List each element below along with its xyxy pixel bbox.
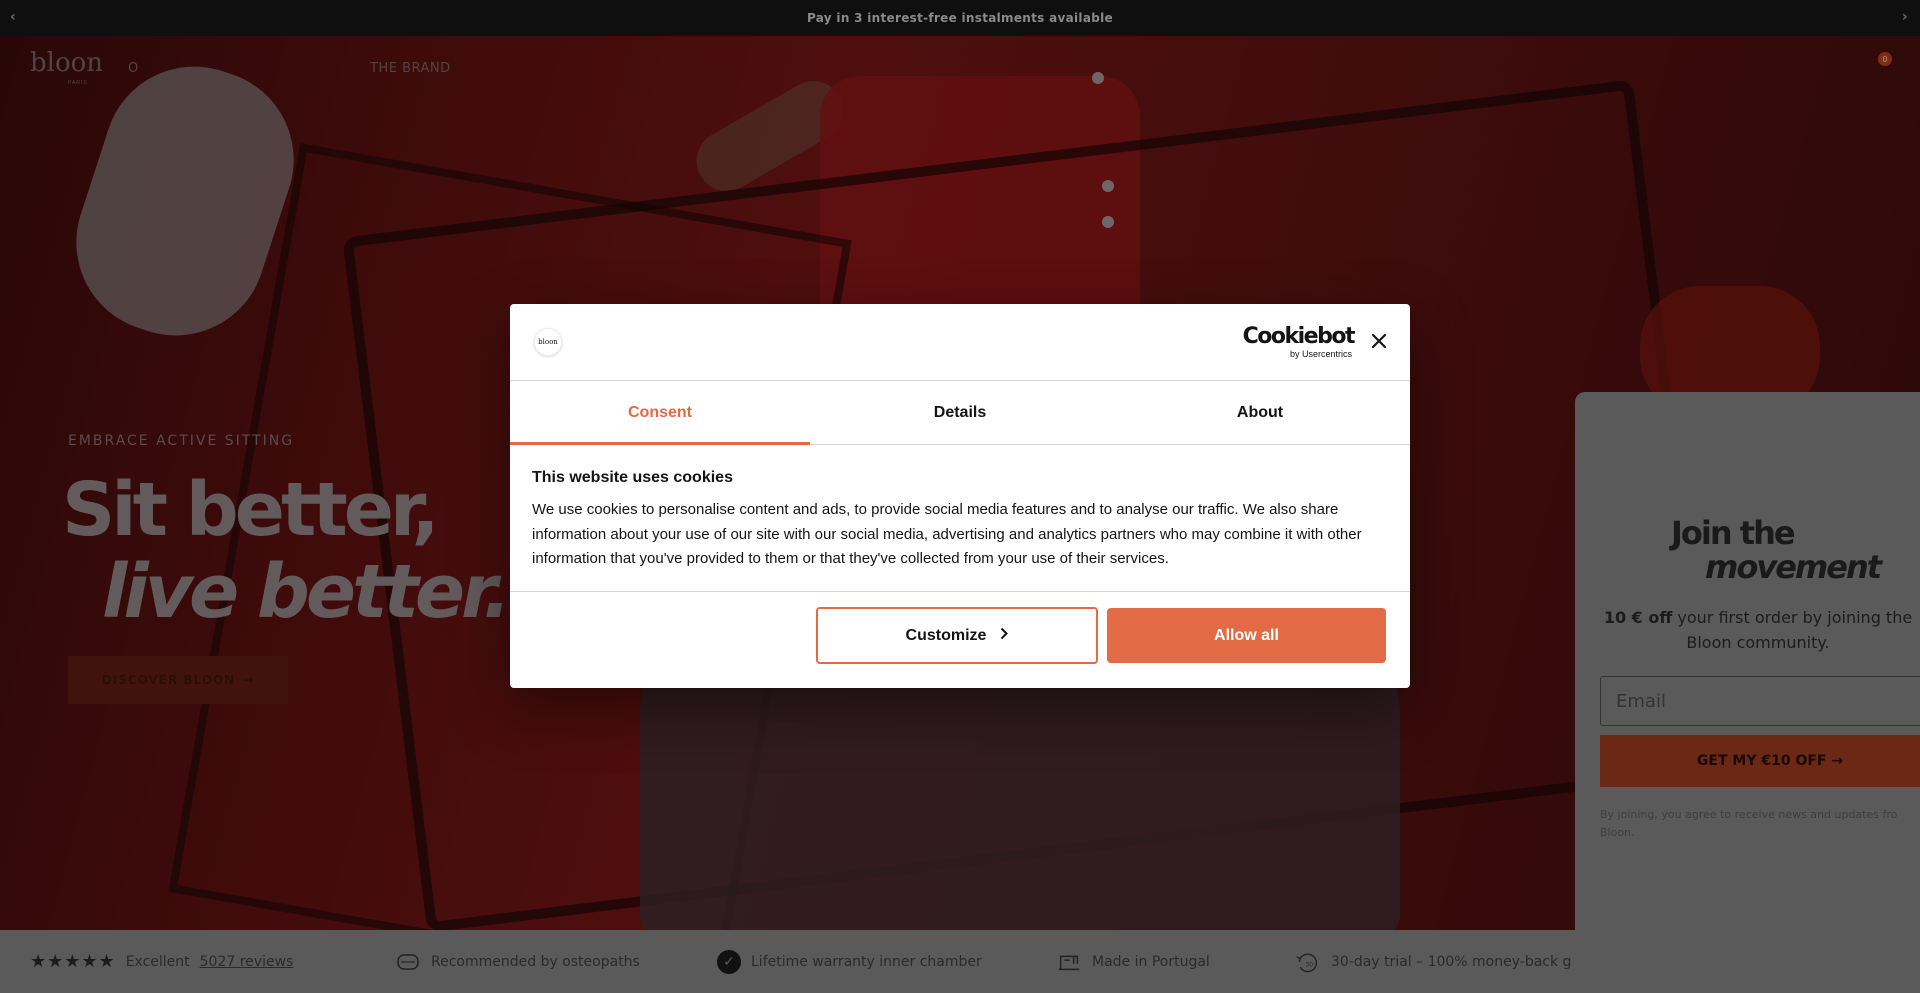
divider	[510, 591, 1410, 592]
newsletter-panel: Join the movement 10 € off your first or…	[1575, 392, 1920, 993]
chevron-left-icon[interactable]: ‹	[10, 9, 16, 25]
trust-label: Made in Portugal	[1092, 953, 1210, 970]
cookiebot-wordmark: Cookiebot	[1242, 324, 1356, 349]
rating-label: Excellent	[125, 953, 190, 970]
sewing-machine-icon	[1056, 951, 1082, 973]
trust-item-portugal: Made in Portugal	[1056, 930, 1210, 993]
cookie-dialog-body: We use cookies to personalise content an…	[532, 501, 1362, 567]
check-circle-icon: ✓	[717, 949, 741, 974]
get-discount-button[interactable]: GET MY €10 OFF →	[1600, 735, 1920, 787]
trust-label: Recommended by osteopaths	[431, 953, 640, 970]
allow-all-button[interactable]: Allow all	[1107, 608, 1386, 663]
newsletter-title-line1: Join the	[1671, 514, 1796, 552]
cookie-dialog-tabs: Consent Details About	[510, 381, 1410, 445]
tab-about[interactable]: About	[1110, 381, 1410, 444]
trust-label: 30-day trial – 100% money-back g	[1331, 953, 1572, 970]
newsletter-title-line2: movement	[1705, 548, 1882, 586]
trust-item-trial: 30 30-day trial – 100% money-back g	[1295, 930, 1571, 993]
trust-item-osteopaths: Recommended by osteopaths	[395, 930, 640, 993]
newsletter-offer-text: your first order by joining the Bloon co…	[1677, 608, 1913, 652]
announcement-bar: ‹ Pay in 3 interest-free instalments ava…	[0, 0, 1920, 36]
chevron-right-icon	[1000, 627, 1009, 645]
trust-item-warranty: ✓ Lifetime warranty inner chamber	[717, 930, 982, 993]
cookie-consent-dialog: bloon Cookiebot by Usercentrics Consent …	[510, 304, 1410, 688]
cookiebot-subtitle: by Usercentrics	[1289, 349, 1352, 359]
customize-button[interactable]: Customize	[816, 607, 1098, 664]
cookiebot-logo[interactable]: Cookiebot by Usercentrics	[1234, 324, 1356, 360]
newsletter-offer-amount: 10 € off	[1603, 608, 1673, 627]
tab-details[interactable]: Details	[810, 381, 1110, 444]
reviews-link[interactable]: 5027 reviews	[200, 954, 294, 970]
tab-consent[interactable]: Consent	[510, 381, 810, 445]
svg-text:30: 30	[1305, 961, 1313, 968]
five-stars-icon: ★★★★★	[30, 951, 116, 972]
chevron-right-icon[interactable]: ›	[1902, 9, 1908, 25]
close-icon[interactable]	[1370, 332, 1388, 350]
cookie-dialog-title: This website uses cookies	[532, 469, 733, 486]
cookie-dialog-header: bloon Cookiebot by Usercentrics	[510, 304, 1410, 381]
thirty-day-return-icon: 30	[1295, 951, 1321, 973]
cushion-icon	[395, 951, 421, 973]
newsletter-fine-print: By joining, you agree to receive news an…	[1600, 808, 1898, 839]
customize-label: Customize	[905, 626, 987, 644]
newsletter-offer: 10 € off your first order by joining the…	[1593, 605, 1920, 655]
announcement-text: Pay in 3 interest-free instalments avail…	[807, 11, 1113, 25]
bloon-logo-badge: bloon	[534, 328, 562, 356]
newsletter-email-input[interactable]	[1600, 676, 1920, 726]
trust-label: Lifetime warranty inner chamber	[751, 953, 982, 970]
trust-item-rating: ★★★★★ Excellent 5027 reviews	[30, 930, 293, 993]
